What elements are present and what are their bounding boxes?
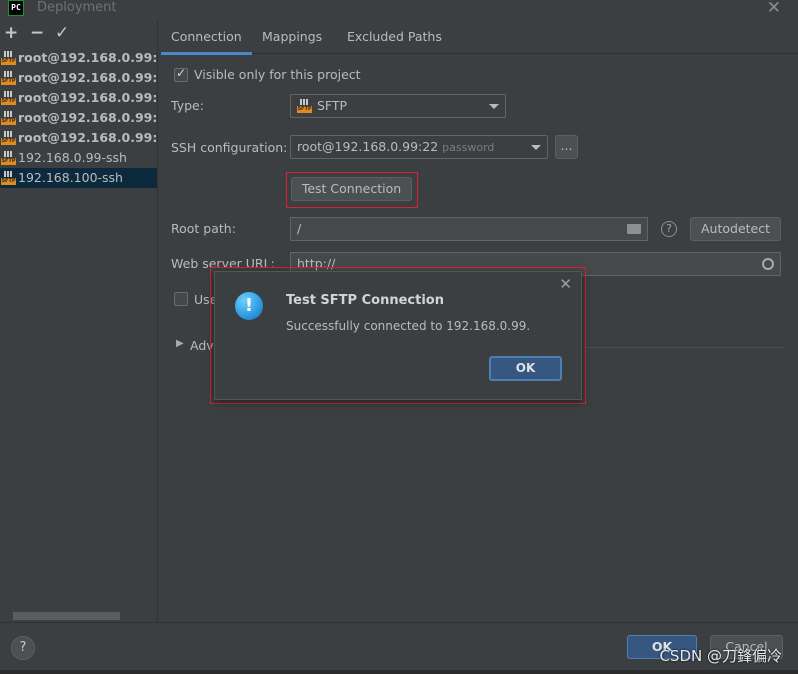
server-item-label: root@192.168.0.99:22 p xyxy=(18,130,157,145)
sftp-server-icon: SFTP xyxy=(1,131,16,145)
close-icon[interactable]: ✕ xyxy=(767,0,781,17)
root-path-value: / xyxy=(297,221,302,236)
tab-excluded-paths[interactable]: Excluded Paths xyxy=(347,20,442,54)
server-item[interactable]: SFTProot@192.168.0.99:22 p xyxy=(0,108,157,128)
server-item-label: root@192.168.0.99:22 p xyxy=(18,110,157,125)
server-item-label: root@192.168.0.99:22 p xyxy=(18,70,157,85)
type-label: Type: xyxy=(171,98,204,113)
sftp-server-icon: SFTP xyxy=(1,71,16,85)
server-item-label: root@192.168.0.99:22 p xyxy=(18,50,157,65)
title-bar: PC Deployment ✕ xyxy=(0,0,798,20)
window-title: Deployment xyxy=(37,0,117,15)
root-path-input[interactable]: / xyxy=(290,217,648,241)
ssh-config-label: SSH configuration: xyxy=(171,140,288,155)
server-item[interactable]: SFTProot@192.168.0.99:22 p xyxy=(0,68,157,88)
server-item[interactable]: SFTProot@192.168.0.99:22 p xyxy=(0,88,157,108)
bottom-strip xyxy=(0,670,798,674)
ssh-auth-hint: password xyxy=(442,141,495,154)
sftp-server-icon: SFTP xyxy=(1,171,16,185)
test-connection-button[interactable]: Test Connection xyxy=(291,177,412,201)
tab-bar: Connection Mappings Excluded Paths xyxy=(159,20,798,55)
set-default-button[interactable]: ✓ xyxy=(55,24,69,42)
visible-only-checkbox[interactable] xyxy=(174,66,188,82)
pycharm-logo-icon: PC xyxy=(8,0,24,16)
folder-icon[interactable] xyxy=(627,224,641,234)
server-toolbar: + − ✓ xyxy=(0,20,157,46)
test-sftp-dialog: ✕ ! Test SFTP Connection Successfully co… xyxy=(214,271,582,400)
server-list: SFTProot@192.168.0.99:22 pSFTProot@192.1… xyxy=(0,48,157,188)
dialog-title: Test SFTP Connection xyxy=(286,293,444,308)
server-item-label: root@192.168.0.99:22 p xyxy=(18,90,157,105)
server-item[interactable]: SFTProot@192.168.0.99:22 p xyxy=(0,128,157,148)
ssh-config-select[interactable]: root@192.168.0.99:22 password xyxy=(290,135,548,159)
server-item[interactable]: SFTP 192.168.0.99-ssh xyxy=(0,148,157,168)
remove-server-button[interactable]: − xyxy=(30,24,44,42)
add-server-button[interactable]: + xyxy=(4,24,18,42)
type-select[interactable]: SFTP SFTP xyxy=(290,94,506,118)
dialog-message: Successfully connected to 192.168.0.99. xyxy=(286,319,531,333)
globe-icon[interactable] xyxy=(762,258,774,270)
chevron-down-icon xyxy=(489,104,499,109)
help-icon[interactable]: ? xyxy=(661,221,677,237)
sftp-icon: SFTP xyxy=(297,99,312,113)
chevron-down-icon xyxy=(531,145,541,150)
server-item-label: 192.168.100-ssh xyxy=(18,170,123,185)
dialog-ok-button[interactable]: OK xyxy=(489,356,562,381)
root-path-label: Root path: xyxy=(171,221,236,236)
autodetect-button[interactable]: Autodetect xyxy=(690,217,781,241)
server-panel: + − ✓ SFTProot@192.168.0.99:22 pSFTProot… xyxy=(0,20,158,622)
footer: ? OK Cancel CSDN @刀鋒偏冷 xyxy=(0,622,798,674)
ssh-config-more-button[interactable]: ... xyxy=(555,135,578,159)
use-option-checkbox[interactable] xyxy=(174,292,188,306)
watermark: CSDN @刀鋒偏冷 xyxy=(659,647,782,665)
close-icon[interactable]: ✕ xyxy=(559,275,572,293)
server-item[interactable]: SFTProot@192.168.0.99:22 p xyxy=(0,48,157,68)
visible-only-label: Visible only for this project xyxy=(194,67,361,82)
advanced-separator xyxy=(585,347,783,348)
ssh-config-value: root@192.168.0.99:22 xyxy=(297,139,439,154)
horizontal-scrollbar[interactable] xyxy=(13,612,120,620)
info-icon: ! xyxy=(235,292,263,320)
help-button[interactable]: ? xyxy=(11,636,35,660)
tab-connection[interactable]: Connection xyxy=(161,20,252,55)
tab-mappings[interactable]: Mappings xyxy=(262,20,322,54)
sftp-server-icon: SFTP xyxy=(1,51,16,65)
sftp-server-icon: SFTP xyxy=(1,91,16,105)
server-item[interactable]: SFTP 192.168.100-ssh xyxy=(0,168,157,188)
type-value: SFTP xyxy=(317,98,348,113)
sftp-server-icon: SFTP xyxy=(1,151,16,165)
sftp-server-icon: SFTP xyxy=(1,111,16,125)
expand-arrow-icon[interactable]: ▶ xyxy=(176,338,184,349)
server-item-label: 192.168.0.99-ssh xyxy=(18,150,127,165)
